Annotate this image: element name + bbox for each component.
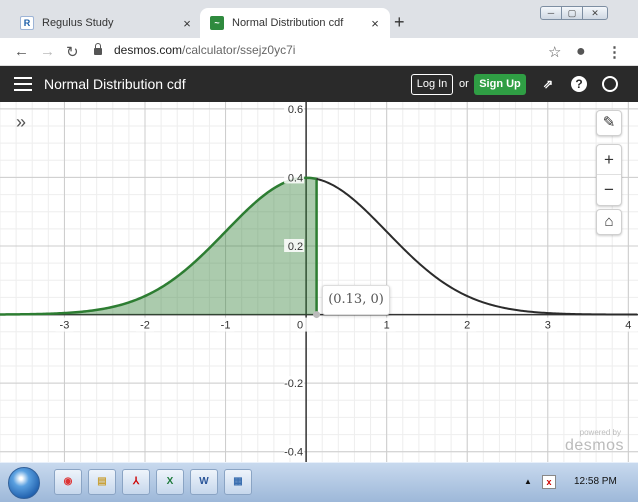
y-tick-label: -0.2	[284, 378, 303, 390]
close-window-icon[interactable]: ✕	[582, 6, 608, 20]
url-domain: desmos.com	[114, 43, 183, 57]
y-tick-label: 0.4	[288, 172, 303, 184]
x-tick-label: 4	[625, 320, 631, 332]
zoom-in-button[interactable]: +	[597, 145, 621, 175]
start-button-icon[interactable]	[8, 467, 40, 499]
x-tick-label: 1	[384, 320, 390, 332]
powered-by-desmos: powered by desmos	[565, 428, 625, 455]
zoom-out-button[interactable]: −	[597, 175, 621, 205]
account-icon[interactable]: ●	[576, 43, 586, 61]
powered-by-text: powered by	[579, 428, 621, 437]
browser-tabstrip: R Regulus Study × ~ Normal Distribution …	[0, 0, 638, 38]
lock-icon	[94, 43, 102, 55]
globe-icon[interactable]	[602, 76, 618, 92]
desmos-header: Normal Distribution cdf Log In or Sign U…	[0, 66, 638, 102]
chrome-icon[interactable]: ◉	[54, 469, 82, 495]
share-icon[interactable]: ⇗	[540, 76, 556, 92]
tab-title: Normal Distribution cdf	[232, 17, 344, 29]
maximize-icon[interactable]: ▢	[561, 6, 583, 20]
x-tick-label: -3	[60, 320, 70, 332]
explorer-icon[interactable]: ▤	[88, 469, 116, 495]
graph-title: Normal Distribution cdf	[44, 76, 186, 92]
bookmark-star-icon[interactable]: ☆	[548, 43, 561, 61]
tab-regulus-study[interactable]: R Regulus Study ×	[10, 8, 202, 38]
hamburger-menu-icon[interactable]	[14, 77, 32, 91]
x-tick-label: 2	[464, 320, 470, 332]
minimize-icon[interactable]: ─	[540, 6, 562, 20]
or-text: or	[459, 78, 469, 90]
x-tick-label: -2	[140, 320, 150, 332]
desmos-logo: desmos	[565, 437, 625, 454]
tab-normal-distribution[interactable]: ~ Normal Distribution cdf ×	[200, 8, 390, 38]
tab-close-icon[interactable]: ×	[178, 16, 196, 31]
y-tick-label: 0.2	[288, 241, 303, 253]
regulus-favicon-icon: R	[20, 16, 34, 30]
y-tick-label: -0.4	[284, 447, 303, 459]
graph-settings-wrench-icon[interactable]: ✎	[596, 110, 622, 136]
new-tab-button[interactable]: +	[394, 12, 405, 33]
window-controls: ─ ▢ ✕	[540, 6, 608, 20]
desmos-favicon-icon: ~	[210, 16, 224, 30]
acrobat-icon[interactable]: ⅄	[122, 469, 150, 495]
address-bar[interactable]: desmos.com/calculator/ssejz0yc7i	[94, 43, 295, 57]
point-coordinate-label: (0.13, 0)	[322, 285, 390, 315]
expand-expression-list-icon[interactable]: »	[16, 112, 26, 133]
forward-arrow-icon[interactable]: →	[40, 43, 55, 60]
taskbar: ◉ ▤ ⅄ X W ▦ ▲ x 12:58 PM	[0, 462, 638, 502]
back-arrow-icon[interactable]: ←	[14, 43, 29, 60]
excel-icon[interactable]: X	[156, 469, 184, 495]
x-tick-label: -1	[221, 320, 231, 332]
clock: 12:58 PM	[574, 476, 617, 487]
system-tray: ▲ x 12:58 PM	[518, 463, 638, 502]
browser-toolbar: ← → ↻ desmos.com/calculator/ssejz0yc7i ☆…	[0, 38, 638, 66]
highlight-point	[313, 311, 321, 319]
help-icon[interactable]: ?	[571, 76, 587, 92]
url-path: /calculator/ssejz0yc7i	[182, 43, 296, 57]
graph-svg: -3 -2 -1 0 1 2 3 4 -0.4 -0.2 0.2 0.4 0.6	[0, 102, 638, 462]
graph-canvas[interactable]: -3 -2 -1 0 1 2 3 4 -0.4 -0.2 0.2 0.4 0.6 » ✎ + − ⌂ (…	[0, 102, 638, 462]
y-tick-label: 0.6	[288, 104, 303, 116]
x-tick-label: 3	[545, 320, 551, 332]
paint-icon[interactable]: ▦	[224, 469, 252, 495]
menu-dots-icon[interactable]: ⋮	[607, 43, 622, 61]
home-icon[interactable]: ⌂	[596, 209, 622, 235]
tab-close-icon[interactable]: ×	[366, 16, 384, 31]
login-button[interactable]: Log In	[411, 74, 453, 95]
x-tick-label: 0	[297, 320, 303, 332]
signup-button[interactable]: Sign Up	[474, 74, 526, 95]
tab-title: Regulus Study	[42, 17, 114, 29]
reload-icon[interactable]: ↻	[66, 43, 79, 61]
zoom-controls: + −	[596, 144, 622, 206]
action-center-flag-icon[interactable]: x	[542, 475, 556, 489]
word-icon[interactable]: W	[190, 469, 218, 495]
show-hidden-icons-icon[interactable]: ▲	[524, 477, 532, 486]
